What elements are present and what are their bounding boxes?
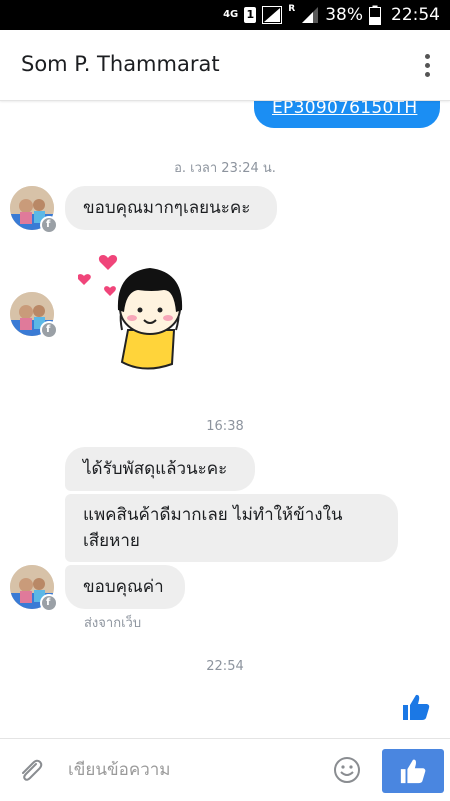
message-input[interactable]: [68, 756, 318, 784]
message-text: เสียหาย: [83, 531, 140, 551]
incoming-message-bubble[interactable]: ขอบคุณค่า: [65, 565, 185, 609]
contact-name[interactable]: Som P. Thammarat: [21, 52, 220, 76]
thumbs-up-icon: [400, 759, 426, 784]
emoji-icon[interactable]: [333, 756, 361, 784]
sim-icon: 1: [244, 7, 257, 23]
messenger-badge-icon: f: [40, 321, 58, 339]
message-text: ขอบคุณค่า: [83, 577, 164, 597]
outgoing-message-bubble[interactable]: EP309076150TH: [254, 100, 440, 128]
paperclip-icon[interactable]: [16, 756, 44, 784]
message-text: แพคสินค้าดีมากเลย ไม่ทำให้ข้างใน: [83, 505, 343, 525]
signal-icon: [262, 6, 283, 24]
status-bar: 4G 1 R 38% 22:54: [0, 0, 450, 30]
sent-from-label: ส่งจากเว็บ: [84, 616, 142, 631]
incoming-message-bubble[interactable]: ได้รับพัสดุแล้วนะคะ: [65, 447, 255, 491]
battery-percent: 38%: [325, 5, 363, 25]
timestamp: อ. เวลา 23:24 น.: [174, 161, 276, 176]
incoming-message-bubble[interactable]: ขอบคุณมากๆเลยนะคะ: [65, 186, 277, 230]
signal-strength-icon: [302, 7, 319, 23]
send-like-button[interactable]: [382, 749, 444, 793]
network-4g-icon: 4G: [223, 9, 239, 20]
tracking-number-link[interactable]: EP309076150TH: [272, 100, 417, 118]
timestamp: 16:38: [206, 419, 244, 434]
timestamp: 22:54: [206, 659, 244, 674]
message-list[interactable]: EP309076150TH อ. เวลา 23:24 น. f ขอบคุณม…: [0, 100, 450, 738]
messenger-badge-icon: f: [40, 594, 58, 612]
status-icons: 4G 1 R 38% 22:54: [223, 0, 440, 30]
girl-sticker-icon[interactable]: [78, 250, 198, 380]
conversation-header: Som P. Thammarat: [0, 30, 450, 101]
more-vertical-icon[interactable]: [422, 54, 432, 78]
thumbs-up-icon[interactable]: [401, 692, 431, 722]
message-text: ได้รับพัสดุแล้วนะคะ: [83, 459, 228, 479]
messenger-badge-icon: f: [40, 216, 58, 234]
roaming-icon: R: [288, 4, 296, 14]
incoming-message-bubble[interactable]: แพคสินค้าดีมากเลย ไม่ทำให้ข้างใน เสียหาย: [65, 494, 398, 562]
battery-icon: [369, 5, 381, 25]
message-text: ขอบคุณมากๆเลยนะคะ: [83, 198, 251, 218]
message-composer: [0, 738, 450, 801]
clock: 22:54: [391, 5, 440, 25]
